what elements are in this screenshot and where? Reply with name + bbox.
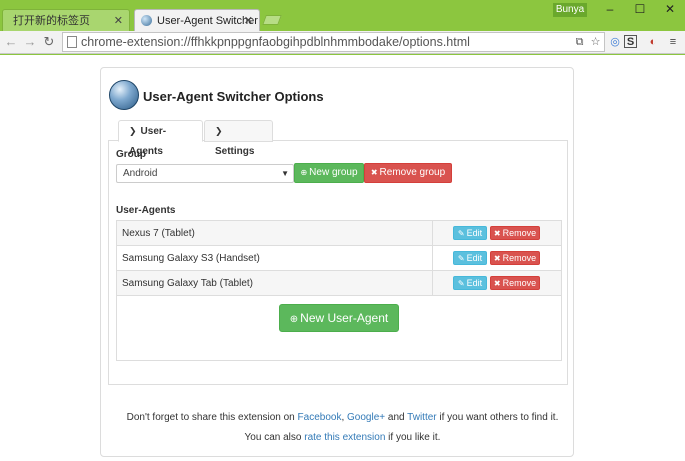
page-icon xyxy=(67,36,77,48)
share-text: if you want others to find it. xyxy=(436,412,559,423)
globe-logo-icon xyxy=(109,80,139,110)
x-icon: ✖ xyxy=(493,279,501,288)
browser-toolbar: ← → ↻ chrome-extension://ffhkkpnppgnfaob… xyxy=(0,31,685,54)
facebook-link[interactable]: Facebook xyxy=(298,412,342,423)
group-label: Group xyxy=(116,149,146,160)
globe-icon xyxy=(141,15,152,26)
maximize-icon[interactable]: ☐ xyxy=(625,0,655,18)
translate-icon[interactable]: ⧉ xyxy=(573,35,586,49)
chevron-down-icon: ▼ xyxy=(281,169,289,178)
user-badge[interactable]: Bunya xyxy=(553,3,587,17)
google-plus-link[interactable]: Google+ xyxy=(347,412,385,423)
close-icon[interactable]: ✕ xyxy=(244,10,253,31)
edit-label: Edit xyxy=(466,278,483,288)
extension-circle-icon[interactable]: ◎ xyxy=(607,34,623,50)
share-text: Don't forget to share this extension on xyxy=(126,412,298,423)
new-group-label: New group xyxy=(309,167,358,178)
options-panel: User-Agent Switcher Options ❯ User-Agents… xyxy=(100,67,574,457)
x-icon: ✖ xyxy=(493,229,501,238)
share-note: Don't forget to share this extension on … xyxy=(0,412,685,423)
extension-s-icon[interactable]: S xyxy=(624,35,637,48)
rate-note: You can also rate this extension if you … xyxy=(0,432,685,443)
page-title: User-Agent Switcher Options xyxy=(143,89,324,104)
table-row: Samsung Galaxy S3 (Handset) ✎ Edit ✖ Remov… xyxy=(117,246,561,271)
address-bar[interactable]: chrome-extension://ffhkkpnppgnfaobgihpdb… xyxy=(62,32,605,52)
user-agent-name: Samsung Galaxy Tab (Tablet) xyxy=(122,278,253,289)
pencil-icon: ✎ xyxy=(457,279,465,288)
tab-user-agents[interactable]: ❯ User-Agents xyxy=(118,120,203,157)
edit-button[interactable]: ✎ Edit xyxy=(453,276,487,290)
rate-extension-link[interactable]: rate this extension xyxy=(304,432,385,443)
twitter-link[interactable]: Twitter xyxy=(407,412,436,423)
window-close-icon[interactable]: ✕ xyxy=(655,0,685,18)
new-user-agent-button[interactable]: ⊕ New User-Agent xyxy=(279,304,399,332)
user-agents-table: Nexus 7 (Tablet) ✎ Edit ✖ Remove Samsung G… xyxy=(116,220,562,361)
reload-icon[interactable]: ↻ xyxy=(40,33,58,51)
new-user-agent-label: New User-Agent xyxy=(300,311,389,325)
x-icon: ✖ xyxy=(493,254,501,263)
page-content: User-Agent Switcher Options ❯ User-Agents… xyxy=(0,55,685,461)
new-group-button[interactable]: ⊕ New group xyxy=(294,163,364,183)
tab-new-tab[interactable]: 打开新的标签页 ✕ xyxy=(2,9,130,31)
remove-button[interactable]: ✖ Remove xyxy=(490,251,540,265)
tab-user-agent-switcher[interactable]: User-Agent Switcher - O ✕ xyxy=(134,9,260,31)
new-tab-button[interactable] xyxy=(262,15,282,25)
back-icon[interactable]: ← xyxy=(2,33,20,51)
menu-icon[interactable]: ≡ xyxy=(665,34,681,50)
rate-text: if you like it. xyxy=(385,432,441,443)
tab-settings[interactable]: ❯Settings xyxy=(204,120,273,157)
user-agent-name: Nexus 7 (Tablet) xyxy=(122,228,195,239)
forward-icon[interactable]: → xyxy=(21,33,39,51)
edit-button[interactable]: ✎ Edit xyxy=(453,251,487,265)
edit-button[interactable]: ✎ Edit xyxy=(453,226,487,240)
row-actions: ✎ Edit ✖ Remove xyxy=(432,221,562,245)
options-tabs: ❯ User-Agents ❯Settings xyxy=(108,120,568,157)
minimize-icon[interactable]: – xyxy=(595,0,625,18)
row-actions: ✎ Edit ✖ Remove xyxy=(432,271,562,295)
close-icon[interactable]: ✕ xyxy=(114,10,123,31)
remove-group-button[interactable]: ✖ Remove group xyxy=(364,163,452,183)
chevron-right-icon: ❯ xyxy=(129,126,137,136)
user-agents-label: User-Agents xyxy=(116,205,176,216)
tab-title: 打开新的标签页 xyxy=(13,15,90,27)
remove-label: Remove xyxy=(502,278,537,288)
chevron-right-icon: ❯ xyxy=(215,126,223,136)
plus-circle-icon: ⊕ xyxy=(300,168,308,177)
group-select[interactable]: Android ▼ xyxy=(116,164,294,183)
separator-text: and xyxy=(385,412,408,423)
user-agent-name: Samsung Galaxy S3 (Handset) xyxy=(122,253,260,264)
x-icon: ✖ xyxy=(370,168,378,177)
plus-circle-icon: ⊕ xyxy=(289,314,299,325)
url-text: chrome-extension://ffhkkpnppgnfaobgihpdb… xyxy=(81,35,470,49)
edit-label: Edit xyxy=(466,228,483,238)
remove-label: Remove xyxy=(502,253,537,263)
new-user-agent-row: ⊕ New User-Agent xyxy=(117,296,561,360)
pencil-icon: ✎ xyxy=(457,254,465,263)
row-actions: ✎ Edit ✖ Remove xyxy=(432,246,562,270)
rate-text: You can also xyxy=(244,432,305,443)
remove-button[interactable]: ✖ Remove xyxy=(490,226,540,240)
pencil-icon: ✎ xyxy=(457,229,465,238)
edit-label: Edit xyxy=(466,253,483,263)
remove-group-label: Remove group xyxy=(379,167,446,178)
user-agent-switcher-icon[interactable]: ◐ xyxy=(645,34,661,50)
window-titlebar: 打开新的标签页 ✕ User-Agent Switcher - O ✕ Buny… xyxy=(0,0,685,31)
group-selected-value: Android xyxy=(123,168,158,179)
star-icon[interactable]: ☆ xyxy=(589,35,602,49)
table-row: Nexus 7 (Tablet) ✎ Edit ✖ Remove xyxy=(117,221,561,246)
user-agents-tab-content: Group Android ▼ ⊕ New group ✖ Remove group… xyxy=(108,141,568,385)
remove-label: Remove xyxy=(502,228,537,238)
remove-button[interactable]: ✖ Remove xyxy=(490,276,540,290)
table-row: Samsung Galaxy Tab (Tablet) ✎ Edit ✖ Remov… xyxy=(117,271,561,296)
